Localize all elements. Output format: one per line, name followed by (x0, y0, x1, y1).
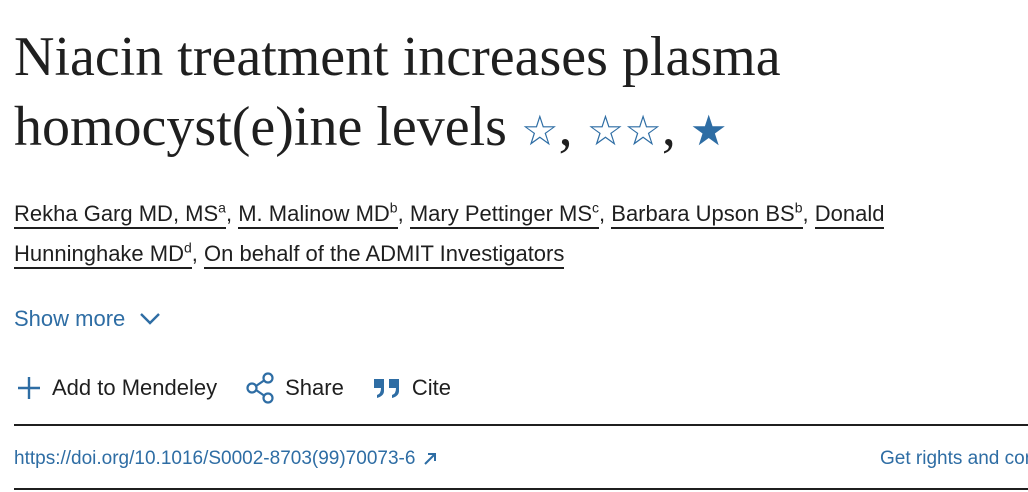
chevron-down-icon (140, 313, 161, 325)
share-icon (246, 372, 274, 404)
plus-icon (18, 377, 40, 399)
author-separator: , (397, 201, 404, 226)
author-affiliation-sup: b (794, 199, 803, 216)
author-affiliation-sup: d (183, 239, 192, 256)
title-mark-separator: , (661, 96, 676, 158)
article-title: Niacin treatment increases plasma homocy… (14, 22, 1024, 167)
author-separator: , (802, 201, 809, 226)
cite-label: Cite (411, 375, 451, 400)
author-link[interactable]: Rekha Garg MD, MSa (14, 201, 226, 229)
author-affiliation-sup: c (592, 199, 600, 216)
title-footnote-star-3[interactable]: ★ (690, 109, 728, 155)
show-more-label: Show more (14, 306, 126, 331)
author-separator: , (225, 201, 233, 226)
author-name: M. Malinow MD (238, 201, 390, 226)
author-name: Barbara Upson BS (611, 201, 795, 226)
author-name: On behalf of the ADMIT Investigators (204, 241, 565, 266)
title-line-1: Niacin treatment increases plasma (14, 26, 781, 88)
author-name: Mary Pettinger MS (409, 201, 593, 226)
divider (14, 424, 1028, 426)
title-line-2: homocyst(e)ine levels (14, 96, 507, 158)
author-link[interactable]: Barbara Upson BSb (611, 199, 803, 229)
title-footnote-star-2[interactable]: ☆☆ (587, 109, 662, 155)
author-name: Hunninghake MD (14, 241, 184, 266)
group-author-link[interactable]: On behalf of the ADMIT Investigators (204, 241, 565, 269)
author-separator: , (191, 241, 198, 266)
author-link[interactable]: M. Malinow MDb (238, 199, 398, 229)
author-affiliation-sup: a (218, 199, 226, 216)
quote-icon (373, 379, 399, 398)
author-affiliation-sup: b (389, 199, 398, 216)
divider (14, 488, 1028, 490)
show-more-button[interactable]: Show more (14, 306, 161, 332)
external-link-arrow-icon (424, 453, 437, 465)
get-rights-link[interactable]: Get rights and content (880, 448, 1028, 470)
article-actions: Add to Mendeley Share Cite (16, 372, 479, 404)
author-link[interactable]: Donald (814, 201, 885, 229)
title-footnote-star-1[interactable]: ☆ (521, 109, 559, 155)
cite-button[interactable]: Cite (372, 375, 451, 401)
author-link[interactable]: Hunninghake MDd (14, 241, 192, 269)
share-button[interactable]: Share (245, 372, 344, 404)
author-separator: , (599, 201, 606, 226)
add-to-mendeley-label: Add to Mendeley (52, 375, 218, 400)
author-link[interactable]: Mary Pettinger MSc (409, 199, 600, 229)
doi-url: https://doi.org/10.1016/S0002-8703(99)70… (14, 448, 416, 469)
add-to-mendeley-button[interactable]: Add to Mendeley (16, 375, 217, 401)
share-label: Share (285, 375, 344, 400)
title-mark-separator: , (558, 96, 573, 158)
doi-link[interactable]: https://doi.org/10.1016/S0002-8703(99)70… (14, 448, 437, 470)
author-list: Rekha Garg MD, MSa, M. Malinow MDb, Mary… (14, 194, 1018, 274)
author-name: Donald (814, 201, 885, 226)
author-name: Rekha Garg MD, MS (14, 201, 219, 226)
